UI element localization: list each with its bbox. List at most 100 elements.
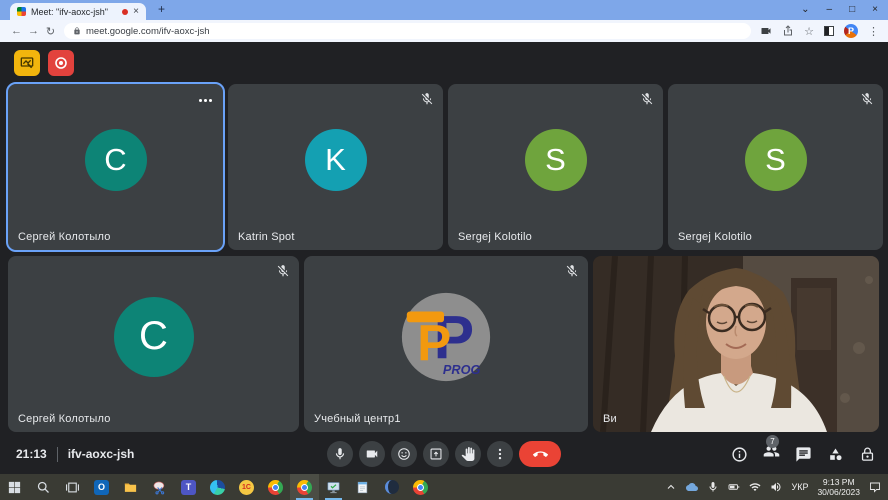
taskbar-chrome-active[interactable]	[290, 474, 319, 500]
edge-icon	[210, 480, 225, 495]
chevron-down-icon[interactable]: ⌄	[801, 5, 809, 15]
avatar: S	[745, 129, 807, 191]
divider	[57, 447, 58, 462]
annotation-extension-button[interactable]	[14, 50, 40, 76]
mic-off-icon	[420, 92, 434, 106]
participant-tile-sergey-kolotylo-2[interactable]: C Сергей Колотыло	[8, 256, 299, 432]
chrome-icon	[268, 480, 283, 495]
maximize-button[interactable]: □	[849, 5, 855, 15]
hand-icon	[461, 447, 475, 461]
chat-panel-icon[interactable]	[795, 446, 812, 463]
1c-icon: 1С	[239, 480, 254, 495]
window-controls: ⌄ – □ ×	[801, 0, 878, 20]
avatar: C	[114, 297, 194, 377]
participant-name: Учебный центр1	[314, 413, 401, 425]
reload-button[interactable]: ↻	[42, 25, 59, 38]
taskbar-chrome-2[interactable]	[406, 474, 435, 500]
mic-off-icon	[565, 264, 579, 278]
participant-tile-sergey-kolotylo-1[interactable]: C Сергей Колотыло	[8, 84, 223, 250]
start-button[interactable]	[0, 474, 29, 500]
meet-control-bar: 21:13 ifv-aoxc-jsh	[0, 434, 888, 474]
browser-menu-icon[interactable]: ⋮	[868, 25, 879, 38]
participant-tile-katrin-spot[interactable]: K Katrin Spot	[228, 84, 443, 250]
participant-tile-vi-webcam[interactable]: Ви	[593, 256, 879, 432]
task-view-button[interactable]	[58, 474, 87, 500]
recording-indicator-icon	[122, 9, 128, 15]
new-tab-button[interactable]: +	[158, 2, 165, 16]
organization-logo: P P PROG	[397, 288, 495, 386]
emoji-icon	[397, 447, 411, 461]
windows-logo-icon	[7, 480, 22, 495]
taskbar-app-dark[interactable]	[377, 474, 406, 500]
taskbar-search-button[interactable]	[29, 474, 58, 500]
taskbar-remote-desktop[interactable]	[319, 474, 348, 500]
action-center-icon[interactable]	[869, 481, 881, 493]
notepad-icon	[355, 480, 370, 495]
taskbar-notepad[interactable]	[348, 474, 377, 500]
participant-tile-uchebny-centr[interactable]: P P PROG Учебный центр1	[304, 256, 588, 432]
participant-name: Ви	[603, 413, 617, 425]
forward-button[interactable]: →	[25, 25, 42, 37]
tray-mic-icon[interactable]	[707, 481, 719, 493]
onedrive-icon[interactable]	[686, 481, 698, 493]
address-bar[interactable]: meet.google.com/ifv-aoxc-jsh	[64, 23, 751, 39]
close-window-button[interactable]: ×	[872, 5, 878, 15]
tab-title: Meet: "ifv-aoxc-jsh"	[31, 7, 117, 17]
back-button[interactable]: ←	[8, 25, 25, 37]
avatar: C	[85, 129, 147, 191]
meeting-details-icon[interactable]	[731, 446, 748, 463]
extension-icon[interactable]	[824, 26, 834, 36]
host-controls-lock-icon[interactable]	[859, 446, 876, 463]
meeting-panels: 7	[731, 434, 876, 474]
participant-name: Сергей Колотыло	[18, 413, 111, 425]
wifi-icon[interactable]	[749, 481, 761, 493]
logo-caption: PROG	[443, 362, 481, 377]
activities-icon[interactable]	[827, 446, 844, 463]
raise-hand-button[interactable]	[455, 441, 481, 467]
browser-profile-avatar[interactable]: Р	[844, 24, 858, 38]
camera-button[interactable]	[359, 441, 385, 467]
bookmark-star-icon[interactable]: ☆	[804, 25, 814, 38]
taskbar-edge[interactable]	[203, 474, 232, 500]
reactions-button[interactable]	[391, 441, 417, 467]
share-icon[interactable]	[782, 25, 794, 37]
people-panel-button[interactable]: 7	[763, 443, 780, 465]
taskbar-teams[interactable]: T	[174, 474, 203, 500]
chrome-icon	[297, 480, 312, 495]
record-icon	[53, 55, 69, 71]
end-call-button[interactable]	[519, 441, 561, 467]
close-tab-icon[interactable]: ×	[133, 7, 139, 17]
mic-button[interactable]	[327, 441, 353, 467]
avatar: K	[305, 129, 367, 191]
end-call-icon	[533, 447, 548, 462]
browser-tab[interactable]: Meet: "ifv-aoxc-jsh" ×	[10, 3, 146, 20]
mic-off-icon	[860, 92, 874, 106]
language-indicator[interactable]: УКР	[791, 482, 808, 492]
participant-tile-sergej-kolotilo-2[interactable]: S Sergej Kolotilo	[668, 84, 883, 250]
taskbar-outlook[interactable]: O	[87, 474, 116, 500]
more-options-button[interactable]	[487, 441, 513, 467]
present-button[interactable]	[423, 441, 449, 467]
minimize-button[interactable]: –	[827, 5, 833, 15]
taskbar-clock[interactable]: 9:13 PM 30/06/2023	[817, 477, 860, 497]
tile-options-button[interactable]	[196, 91, 215, 110]
participant-name: Katrin Spot	[238, 231, 295, 243]
teams-icon: T	[181, 480, 196, 495]
taskbar-1c[interactable]: 1С	[232, 474, 261, 500]
tray-chevron-up-icon[interactable]	[665, 481, 677, 493]
participant-tile-sergej-kolotilo-1[interactable]: S Sergej Kolotilo	[448, 84, 663, 250]
meet-favicon-icon	[17, 7, 26, 16]
mic-off-icon	[640, 92, 654, 106]
meeting-clock: 21:13	[16, 447, 47, 461]
screen: Meet: "ifv-aoxc-jsh" × + ⌄ – □ × ← → ↻ m…	[0, 0, 888, 500]
taskbar-snipping-tool[interactable]	[145, 474, 174, 500]
participant-name: Sergej Kolotilo	[678, 231, 752, 243]
taskbar-file-explorer[interactable]	[116, 474, 145, 500]
record-extension-button[interactable]	[48, 50, 74, 76]
speaker-icon[interactable]	[770, 481, 782, 493]
battery-icon[interactable]	[728, 481, 740, 493]
participant-name: Сергей Колотыло	[18, 231, 111, 243]
taskbar-chrome-1[interactable]	[261, 474, 290, 500]
media-indicator-icon[interactable]	[760, 25, 772, 37]
task-view-icon	[65, 480, 80, 495]
